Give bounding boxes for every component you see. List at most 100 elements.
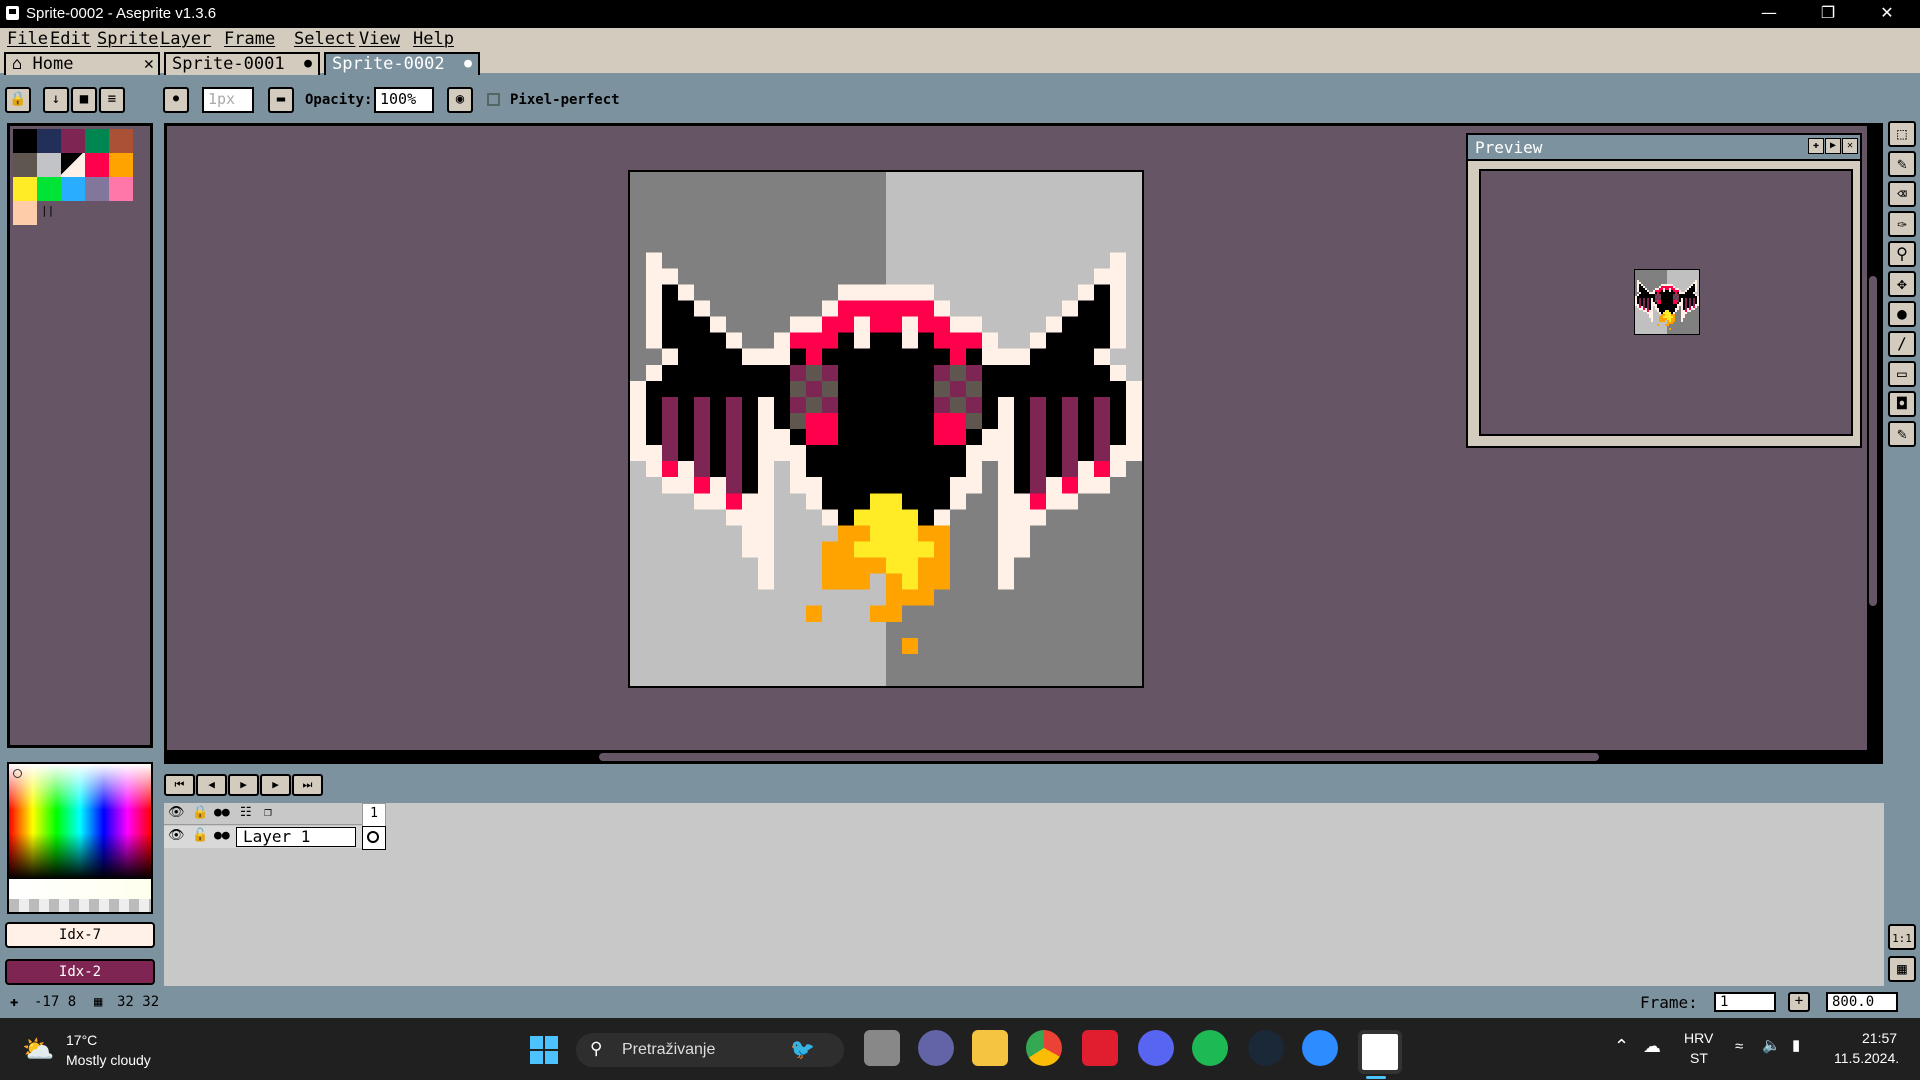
bg-color-button[interactable]: Idx-2 bbox=[5, 959, 155, 985]
vertical-scrollbar-thumb[interactable] bbox=[1869, 276, 1877, 606]
horizontal-scrollbar-thumb[interactable] bbox=[599, 753, 1599, 761]
brush-square-icon[interactable]: ■ bbox=[71, 87, 97, 113]
frame-header-1[interactable]: 1 bbox=[362, 803, 386, 827]
brush-down-icon[interactable]: ↓ bbox=[43, 87, 69, 113]
tab-close-icon[interactable]: ✕ bbox=[144, 54, 154, 74]
menu-view[interactable]: View bbox=[359, 29, 400, 49]
frame-input[interactable]: 1 bbox=[1714, 992, 1776, 1012]
restore-button[interactable]: ❐ bbox=[1799, 0, 1857, 28]
layer-row[interactable]: 👁 🔓 ●● Layer 1 bbox=[164, 826, 386, 850]
preview-titlebar[interactable]: Preview ✚ ▶ ✕ bbox=[1468, 135, 1860, 161]
brush-type-icon[interactable]: ● bbox=[163, 87, 189, 113]
timeline-toggle-icon[interactable]: ▦ bbox=[1888, 956, 1916, 982]
tab-sprite-0002[interactable]: Sprite-0002 ● bbox=[324, 52, 480, 75]
palette-swatch[interactable] bbox=[37, 177, 61, 201]
menu-help[interactable]: Help bbox=[413, 29, 454, 49]
palette-swatch[interactable] bbox=[37, 153, 61, 177]
actual-size-icon[interactable]: 1:1 bbox=[1888, 924, 1916, 950]
contour-tool-icon[interactable]: ◘ bbox=[1888, 391, 1916, 417]
palette-swatch[interactable] bbox=[13, 129, 37, 153]
marquee-tool-icon[interactable]: ⬚ bbox=[1888, 121, 1916, 147]
menu-edit[interactable]: Edit bbox=[50, 29, 91, 49]
eyedropper-tool-icon[interactable]: ✑ bbox=[1888, 211, 1916, 237]
opacity-input[interactable]: 100% bbox=[374, 87, 434, 113]
palette-swatch[interactable] bbox=[109, 177, 133, 201]
fg-color-button[interactable]: Idx-7 bbox=[5, 922, 155, 948]
new-frame-icon[interactable]: + bbox=[1788, 992, 1810, 1012]
tab-modified-dot-icon[interactable]: ● bbox=[464, 54, 472, 74]
eraser-tool-icon[interactable]: ⌫ bbox=[1888, 181, 1916, 207]
tab-home[interactable]: ⌂ Home ✕ bbox=[4, 52, 160, 75]
line-tool-icon[interactable]: ∕ bbox=[1888, 331, 1916, 357]
language-top[interactable]: HRV bbox=[1684, 1030, 1713, 1046]
zoom-input[interactable]: 800.0 bbox=[1826, 992, 1898, 1012]
palette-swatch[interactable] bbox=[85, 153, 109, 177]
minimize-button[interactable]: — bbox=[1740, 0, 1798, 28]
menu-sprite[interactable]: Sprite bbox=[97, 29, 158, 49]
onedrive-cloud-icon[interactable]: ☁ bbox=[1643, 1036, 1661, 1057]
weather-desc[interactable]: Mostly cloudy bbox=[66, 1052, 151, 1068]
steam-icon[interactable] bbox=[1248, 1030, 1284, 1066]
cel-frame-1[interactable] bbox=[362, 826, 386, 850]
alpha-slider[interactable] bbox=[9, 899, 151, 912]
menu-select[interactable]: Select bbox=[294, 29, 355, 49]
palette-swatch[interactable] bbox=[85, 129, 109, 153]
menu-layer[interactable]: Layer bbox=[160, 29, 211, 49]
layer-lock-icon[interactable]: 🔓 bbox=[192, 828, 208, 843]
layer-continuous-icon[interactable]: ●● bbox=[214, 828, 230, 843]
layer-visibility-icon[interactable]: 👁 bbox=[168, 828, 185, 843]
teams-meet-icon[interactable] bbox=[918, 1030, 954, 1066]
battery-icon[interactable]: ▮ bbox=[1792, 1036, 1800, 1054]
weather-cloud-icon[interactable]: ⛅ bbox=[22, 1034, 54, 1065]
continuous-header-icon[interactable]: ●● bbox=[214, 805, 230, 820]
palette-swatch[interactable] bbox=[109, 153, 133, 177]
clock-time[interactable]: 21:57 bbox=[1862, 1030, 1897, 1046]
palette-swatch[interactable] bbox=[61, 153, 85, 177]
alpha-slider-top[interactable] bbox=[9, 879, 151, 899]
palette-swatch[interactable] bbox=[85, 177, 109, 201]
weather-temp[interactable]: 17°C bbox=[66, 1032, 97, 1048]
brush-menu-icon[interactable]: ≡ bbox=[99, 87, 125, 113]
menu-frame[interactable]: Frame bbox=[224, 29, 275, 49]
last-frame-icon[interactable]: ⏭ bbox=[292, 774, 323, 796]
palette-swatch[interactable] bbox=[13, 153, 37, 177]
file-explorer-icon[interactable] bbox=[972, 1030, 1008, 1066]
zoom-tool-icon[interactable]: ⚲ bbox=[1888, 241, 1916, 267]
palette-swatch[interactable] bbox=[13, 177, 37, 201]
menu-file[interactable]: File bbox=[7, 29, 48, 49]
first-frame-icon[interactable]: ⏮ bbox=[164, 774, 195, 796]
move-tool-icon[interactable]: ✥ bbox=[1888, 271, 1916, 297]
zoom-icon[interactable] bbox=[1302, 1030, 1338, 1066]
play-icon[interactable]: ▶ bbox=[228, 774, 259, 796]
color-spectrum[interactable] bbox=[7, 762, 153, 914]
windows-start-icon[interactable] bbox=[530, 1036, 558, 1064]
symmetry-icon[interactable]: ◉ bbox=[447, 87, 473, 113]
tab-sprite-0001[interactable]: Sprite-0001 ● bbox=[164, 52, 320, 75]
palette-swatch[interactable] bbox=[61, 177, 85, 201]
preview-pin-icon[interactable]: ✚ bbox=[1808, 138, 1824, 154]
layer-group-header-icon[interactable]: ☷ bbox=[240, 805, 252, 820]
close-window-button[interactable]: ✕ bbox=[1858, 0, 1916, 28]
palette-swatch[interactable] bbox=[37, 129, 61, 153]
preview-close-icon[interactable]: ✕ bbox=[1842, 138, 1858, 154]
pencil-tool-icon[interactable]: ✎ bbox=[1888, 151, 1916, 177]
onion-skin-icon[interactable]: ❐ bbox=[264, 805, 272, 820]
tab-modified-dot-icon[interactable]: ● bbox=[304, 54, 312, 74]
discord-icon[interactable] bbox=[1138, 1030, 1174, 1066]
layer-name[interactable]: Layer 1 bbox=[236, 827, 356, 847]
brush-size-input[interactable]: 1px bbox=[202, 87, 254, 113]
task-view-icon[interactable] bbox=[864, 1030, 900, 1066]
next-frame-icon[interactable]: ▶ bbox=[260, 774, 291, 796]
visibility-header-icon[interactable]: 👁 bbox=[168, 805, 185, 820]
amd-icon[interactable] bbox=[1082, 1030, 1118, 1066]
ink-type-icon[interactable]: ▬ bbox=[268, 87, 294, 113]
prev-frame-icon[interactable]: ◀ bbox=[196, 774, 227, 796]
preview-play-icon[interactable]: ▶ bbox=[1825, 138, 1841, 154]
fill-tool-icon[interactable]: ● bbox=[1888, 301, 1916, 327]
volume-icon[interactable]: 🔈 bbox=[1762, 1036, 1781, 1054]
lock-header-icon[interactable]: 🔒 bbox=[192, 805, 208, 820]
blur-tool-icon[interactable]: ✎ bbox=[1888, 421, 1916, 447]
rectangle-tool-icon[interactable]: ▭ bbox=[1888, 361, 1916, 387]
chevron-up-icon[interactable]: ⌃ bbox=[1614, 1036, 1629, 1057]
clock-date[interactable]: 11.5.2024. bbox=[1834, 1050, 1899, 1066]
